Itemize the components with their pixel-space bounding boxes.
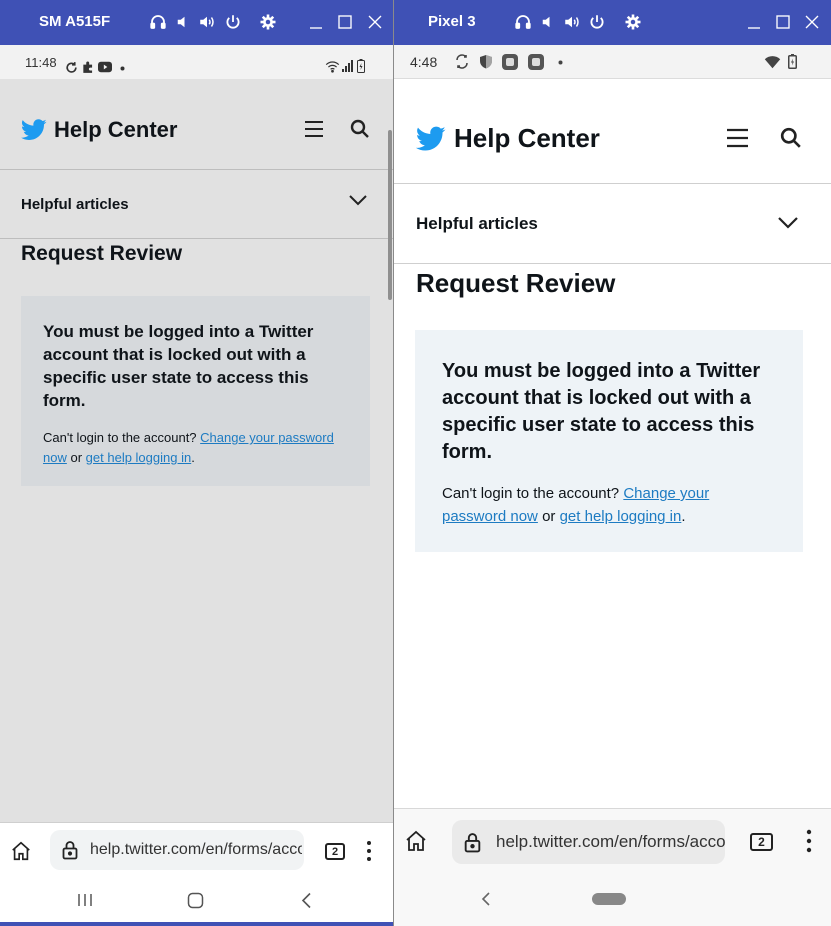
url-text: help.twitter.com/en/forms/account-access [496, 832, 725, 851]
page-title: Request Review [416, 268, 616, 298]
help-suffix: . [681, 508, 686, 525]
notice-help-text: Can't login to the account? Change your … [442, 482, 777, 528]
right-status-bar: 4:48 [394, 45, 831, 79]
more-icon[interactable] [806, 829, 812, 853]
left-device-pane: SM A515F 11:48 Help Center Helpful artic… [0, 0, 393, 926]
browser-toolbar: help.twitter.com/en/forms/account-access… [0, 822, 393, 878]
battery-icon [357, 59, 365, 73]
help-suffix: . [191, 450, 195, 465]
help-prefix: Can't login to the account? [442, 485, 620, 502]
close-icon[interactable] [801, 11, 823, 33]
tabs-icon[interactable]: 2 [750, 833, 773, 851]
signal-icon [342, 60, 354, 72]
volume-down-icon[interactable] [172, 11, 194, 33]
left-window-titlebar[interactable]: SM A515F [0, 0, 393, 45]
address-bar[interactable]: help.twitter.com/en/forms/account-access [452, 820, 725, 864]
emulator-screen: SM A515F 11:48 Help Center Helpful artic… [0, 0, 831, 926]
right-window-title: Pixel 3 [428, 13, 476, 30]
site-header: Help Center [394, 79, 831, 184]
battery-icon [788, 54, 797, 69]
volume-up-icon[interactable] [561, 11, 583, 33]
settings-icon[interactable] [257, 11, 279, 33]
maximize-icon[interactable] [772, 11, 794, 33]
close-icon[interactable] [364, 11, 386, 33]
volume-up-icon[interactable] [196, 11, 218, 33]
lock-icon[interactable] [62, 840, 78, 860]
app-icon-2 [527, 53, 545, 71]
notice-message: You must be logged into a Twitter accoun… [442, 360, 761, 463]
minimize-icon[interactable] [743, 11, 765, 33]
chevron-down-icon[interactable] [348, 194, 368, 206]
recents-icon[interactable] [77, 893, 93, 907]
home-pill-icon[interactable] [592, 893, 626, 905]
brand[interactable]: Help Center [416, 123, 600, 154]
notice-help-text: Can't login to the account? Change your … [43, 428, 348, 468]
lock-icon[interactable] [464, 832, 481, 853]
help-logging-in-link[interactable]: get help logging in [86, 450, 192, 465]
settings-icon[interactable] [622, 11, 644, 33]
chevron-down-icon[interactable] [777, 216, 799, 229]
headphones-icon[interactable] [512, 11, 534, 33]
system-nav-bar [394, 872, 831, 926]
power-icon[interactable] [222, 11, 244, 33]
address-bar[interactable]: help.twitter.com/en/forms/account-access [50, 830, 304, 870]
help-or: or [70, 450, 83, 465]
notice-message: You must be logged into a Twitter accoun… [43, 322, 314, 410]
home-nav-icon[interactable] [187, 892, 204, 909]
help-logging-in-link[interactable]: get help logging in [560, 508, 682, 525]
system-nav-bar [0, 878, 393, 922]
tabs-icon[interactable]: 2 [325, 843, 345, 860]
twitter-bird-icon [21, 119, 47, 140]
accordion-label: Helpful articles [21, 196, 129, 213]
brand[interactable]: Help Center [21, 117, 177, 143]
more-icon[interactable] [366, 840, 372, 862]
power-icon[interactable] [586, 11, 608, 33]
wifi-icon [325, 60, 340, 73]
sync-icon [65, 61, 78, 74]
url-text: help.twitter.com/en/forms/account-access [90, 841, 302, 858]
login-required-notice: You must be logged into a Twitter accoun… [415, 330, 803, 552]
puzzle-icon [81, 60, 95, 74]
status-time: 11:48 [25, 55, 57, 70]
maximize-icon[interactable] [334, 11, 356, 33]
headphones-icon[interactable] [147, 11, 169, 33]
home-icon[interactable] [404, 829, 428, 853]
dot-icon [558, 60, 563, 65]
minimize-icon[interactable] [305, 11, 327, 33]
back-icon[interactable] [300, 892, 312, 909]
search-icon[interactable] [778, 125, 804, 151]
app-icon-1 [501, 53, 519, 71]
brand-name: Help Center [54, 117, 178, 142]
search-icon[interactable] [349, 118, 371, 140]
shield-icon [479, 54, 493, 69]
wifi-icon [764, 55, 781, 69]
youtube-icon [98, 61, 112, 73]
helpful-articles-accordion[interactable]: Helpful articles [394, 184, 831, 264]
helpful-articles-accordion[interactable]: Helpful articles [0, 170, 393, 239]
site-header: Help Center [0, 80, 393, 170]
back-icon[interactable] [481, 892, 491, 906]
login-required-notice: You must be logged into a Twitter accoun… [21, 296, 370, 486]
right-device-pane: Pixel 3 4:48 Help Center Helpful article… [394, 0, 831, 926]
accordion-label: Helpful articles [416, 214, 538, 233]
brand-name: Help Center [454, 123, 600, 153]
home-icon[interactable] [10, 840, 32, 862]
page-title: Request Review [21, 242, 183, 265]
status-time: 4:48 [410, 54, 438, 70]
page-scrollbar[interactable] [388, 130, 392, 300]
help-prefix: Can't login to the account? [43, 430, 197, 445]
browser-toolbar: help.twitter.com/en/forms/account-access… [394, 808, 831, 872]
volume-down-icon[interactable] [537, 11, 559, 33]
menu-icon[interactable] [303, 118, 325, 140]
menu-icon[interactable] [724, 125, 750, 151]
help-or: or [542, 508, 556, 525]
twitter-bird-icon [416, 126, 446, 150]
sync-icon [455, 54, 469, 69]
right-window-titlebar[interactable]: Pixel 3 [394, 0, 831, 45]
left-status-bar: 11:48 [0, 45, 393, 79]
left-window-title: SM A515F [39, 13, 111, 30]
left-window-bottom-border [0, 922, 393, 926]
dot-icon [120, 66, 125, 71]
